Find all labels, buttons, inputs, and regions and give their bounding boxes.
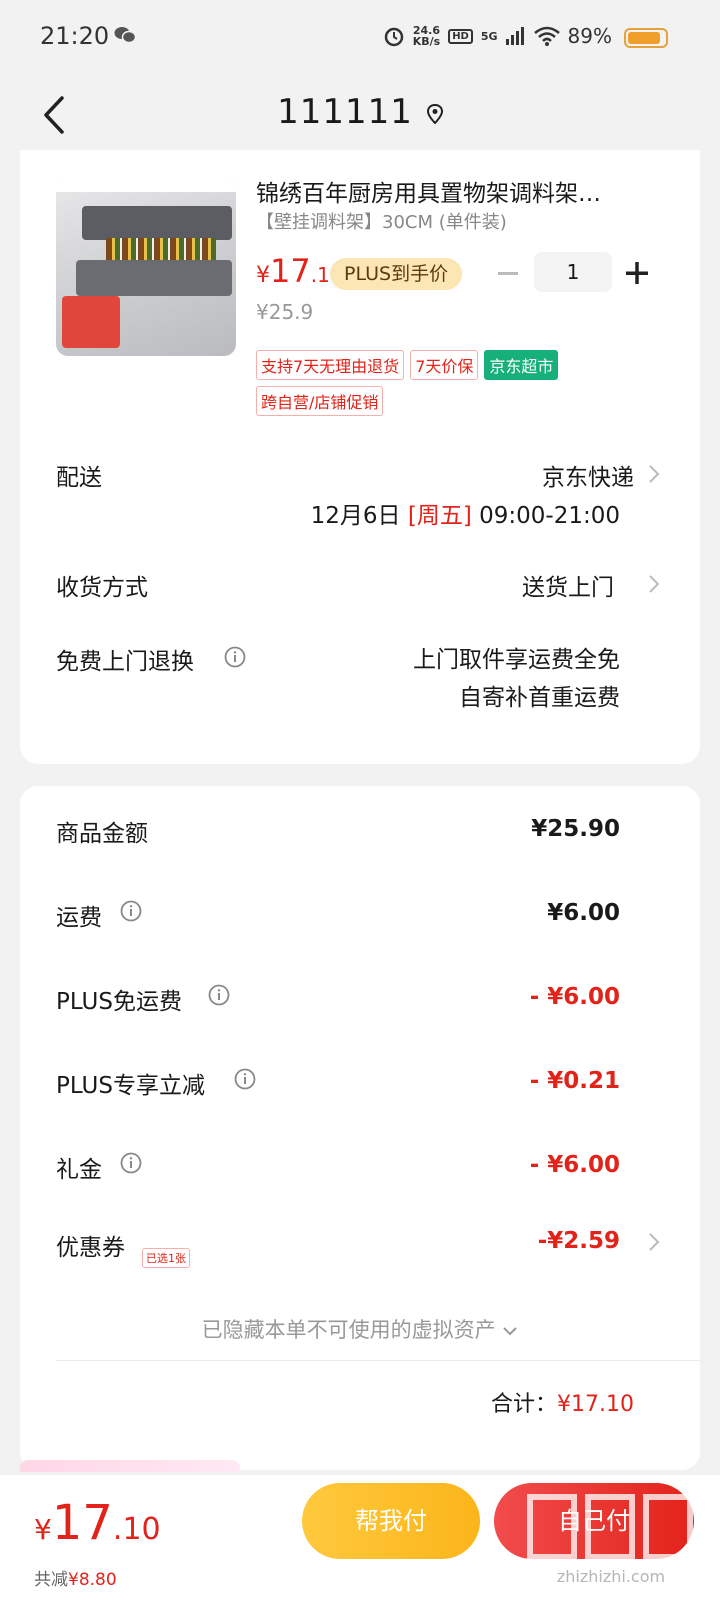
minus-icon[interactable]	[496, 258, 520, 288]
hd-badge: HD	[448, 28, 473, 44]
signal-icon	[505, 27, 524, 45]
promo-tags: 跨自营/店铺促销	[256, 386, 384, 416]
help-me-pay-button[interactable]: 帮我付	[302, 1483, 480, 1559]
watermark-glyph-icon	[527, 1494, 693, 1560]
gift-money-value: - ¥6.00	[529, 1152, 620, 1178]
checkout-bar: ¥17.10 共减¥8.80 帮我付 自己付 zhizhizhi.com	[0, 1460, 720, 1600]
goods-amount-value: ¥25.90	[531, 816, 620, 842]
product-image[interactable]	[56, 176, 236, 356]
coupon-selected-badge: 已选1张	[142, 1248, 190, 1268]
info-icon[interactable]	[234, 1068, 256, 1090]
goods-amount-label: 商品金额	[56, 821, 148, 847]
delivery-time[interactable]: 12月6日 [周五] 09:00-21:00	[311, 496, 620, 530]
plus-discount-value: - ¥0.21	[529, 1068, 620, 1094]
watermark-logo: zhizhizhi.com	[526, 1489, 696, 1589]
pay-total: ¥17.10	[34, 1495, 161, 1551]
location-pin-icon[interactable]	[426, 103, 443, 124]
shipping-label: 运费	[56, 905, 102, 931]
pay-total-dec: .10	[112, 1512, 161, 1547]
info-icon[interactable]	[120, 1152, 142, 1174]
coupon-value[interactable]: -¥2.59	[538, 1228, 620, 1254]
product-spec[interactable]: 【壁挂调料架】30CM (单件装)	[256, 208, 507, 234]
tag-jd-supermarket: 京东超市	[484, 350, 559, 380]
delivery-label: 配送	[56, 465, 102, 491]
total-value: ¥17.10	[557, 1392, 634, 1417]
original-price: ¥25.9	[256, 300, 314, 324]
net-speed: 24.6 KB/s	[413, 25, 440, 47]
battery-percent: 89%	[567, 24, 612, 48]
free-return-line1: 上门取件享运费全免	[413, 647, 620, 673]
decorative-strip	[20, 1460, 240, 1472]
chevron-right-icon[interactable]	[648, 1232, 660, 1252]
saved-amount: 共减¥8.80	[34, 1565, 117, 1590]
network-label: 5G	[480, 29, 498, 43]
info-icon[interactable]	[224, 646, 246, 668]
info-icon[interactable]	[120, 900, 142, 922]
divider	[56, 1360, 700, 1361]
battery-fill	[628, 32, 660, 44]
total-row: 合计：¥17.10	[491, 1386, 634, 1418]
image-banner	[56, 176, 236, 192]
quantity-input[interactable]: 1	[534, 252, 612, 292]
shipping-value: ¥6.00	[547, 900, 620, 926]
net-speed-unit: KB/s	[412, 35, 441, 48]
service-tags: 支持7天无理由退货 7天价保 京东超市	[256, 350, 559, 380]
status-bar: 21:20 24.6 KB/s HD 5G 89%	[0, 0, 720, 72]
receive-method-label: 收货方式	[56, 575, 148, 601]
alarm-icon	[384, 27, 403, 47]
tag-cross-promo: 跨自营/店铺促销	[256, 386, 384, 416]
delivery-carrier[interactable]: 京东快递	[542, 458, 634, 492]
product-name[interactable]: 锦绣百年厨房用具置物架调料架…	[256, 174, 656, 208]
rack-shape	[82, 206, 232, 240]
battery-icon	[624, 28, 668, 48]
tag-7day-return: 支持7天无理由退货	[256, 350, 405, 380]
watermark-url: zhizhizhi.com	[556, 1567, 666, 1586]
tag-price-protect: 7天价保	[410, 350, 479, 380]
image-promo-tag	[62, 296, 120, 348]
order-item-card: 锦绣百年厨房用具置物架调料架… 【壁挂调料架】30CM (单件装) ¥17.1 …	[20, 150, 700, 764]
coupon-label[interactable]: 优惠券	[56, 1228, 125, 1262]
receive-method-value[interactable]: 送货上门	[522, 568, 614, 602]
product-price: ¥17.1	[256, 252, 330, 290]
total-label: 合计：	[491, 1392, 558, 1417]
plus-discount-label: PLUS专享立减	[56, 1073, 205, 1099]
pay-total-int: 17	[51, 1495, 113, 1551]
wifi-icon	[533, 26, 560, 46]
rack-shape	[76, 260, 232, 296]
saved-label: 共减	[34, 1570, 68, 1590]
saved-value: ¥8.80	[68, 1570, 117, 1590]
bottles-shape	[106, 238, 216, 262]
delivery-time-window: 09:00-21:00	[479, 503, 620, 529]
page-header: 111111	[0, 72, 720, 162]
status-time: 21:20	[40, 22, 110, 50]
delivery-weekday: [周五]	[407, 503, 472, 529]
plus-free-shipping-value: - ¥6.00	[529, 984, 620, 1010]
price-int: 17	[270, 252, 311, 290]
hidden-assets-text: 已隐藏本单不可使用的虚拟资产	[201, 1318, 496, 1342]
plus-free-shipping-label: PLUS免运费	[56, 989, 182, 1015]
price-summary-card: 商品金额 ¥25.90 运费 ¥6.00 PLUS免运费 - ¥6.00 PLU…	[20, 786, 700, 1470]
chevron-right-icon[interactable]	[648, 464, 660, 484]
gift-money-label: 礼金	[56, 1157, 102, 1183]
price-dec: .1	[310, 263, 330, 287]
info-icon[interactable]	[208, 984, 230, 1006]
delivery-date: 12月6日	[310, 503, 401, 529]
plus-icon[interactable]	[624, 258, 650, 288]
free-return-label: 免费上门退换	[56, 649, 194, 675]
pay-total-symbol: ¥	[34, 1513, 52, 1546]
hidden-assets-toggle[interactable]: 已隐藏本单不可使用的虚拟资产	[20, 1314, 700, 1344]
page-title: 111111	[0, 92, 720, 132]
plus-price-badge: PLUS到手价	[330, 258, 463, 290]
chevron-right-icon[interactable]	[648, 574, 660, 594]
price-symbol: ¥	[256, 263, 270, 288]
address-title[interactable]: 111111	[277, 92, 413, 132]
wechat-icon	[114, 27, 136, 44]
chevron-down-icon	[503, 1327, 518, 1336]
free-return-line2: 自寄补首重运费	[459, 685, 620, 711]
